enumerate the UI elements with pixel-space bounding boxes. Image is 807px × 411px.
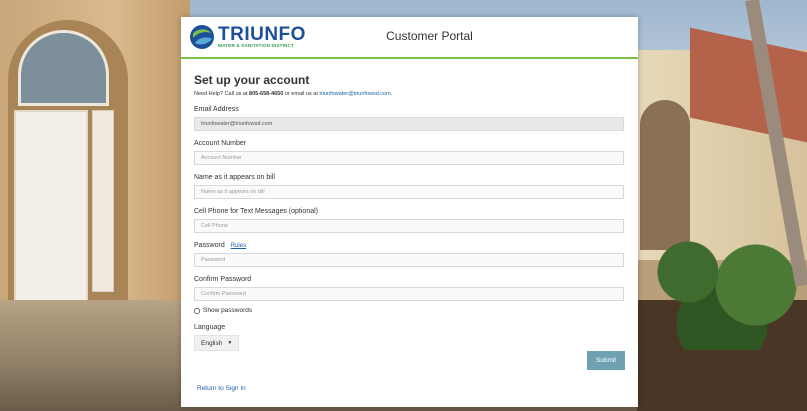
phone-field-group: Cell Phone for Text Messages (optional) bbox=[194, 208, 625, 233]
card-header: TRIUNFO WATER & SANITATION DISTRICT Cust… bbox=[181, 17, 638, 59]
help-suffix: . bbox=[390, 91, 393, 97]
page-title-text: Customer Portal bbox=[386, 29, 473, 43]
confirm-password-label: Confirm Password bbox=[194, 276, 252, 283]
password-label-row: Password Rules bbox=[194, 242, 625, 249]
water-drop-logo-icon bbox=[190, 25, 214, 49]
language-select[interactable]: English ▼ bbox=[194, 335, 240, 351]
caret-down-icon: ▼ bbox=[227, 340, 233, 346]
name-field-group: Name as it appears on bill bbox=[194, 174, 625, 199]
logo-text: TRIUNFO WATER & SANITATION DISTRICT bbox=[218, 25, 306, 49]
form-heading: Set up your account bbox=[194, 73, 310, 87]
help-phone: 805-658-4650 bbox=[249, 91, 284, 97]
language-label: Language bbox=[194, 324, 226, 331]
show-passwords-label: Show passwords bbox=[203, 307, 253, 314]
password-rules-link[interactable]: Rules bbox=[231, 243, 246, 249]
garden-bushes bbox=[637, 220, 807, 350]
name-on-bill-input[interactable] bbox=[194, 185, 624, 199]
help-email-link[interactable]: triunfowater@triunfowsd.com bbox=[319, 91, 390, 97]
show-passwords-toggle[interactable]: Show passwords bbox=[194, 307, 625, 314]
account-field-group: Account Number bbox=[194, 140, 625, 165]
show-passwords-checkbox[interactable] bbox=[194, 307, 200, 314]
portal-card: TRIUNFO WATER & SANITATION DISTRICT Cust… bbox=[181, 17, 638, 407]
email-label: Email Address bbox=[194, 106, 239, 113]
confirm-password-input[interactable] bbox=[194, 287, 624, 301]
signup-form: Set up your account Need Help? Call us a… bbox=[181, 59, 638, 351]
phone-label: Cell Phone for Text Messages (optional) bbox=[194, 208, 318, 215]
password-field-group: Password Rules bbox=[194, 242, 625, 267]
district-logo[interactable]: TRIUNFO WATER & SANITATION DISTRICT bbox=[189, 24, 306, 50]
help-middle: or email us at bbox=[284, 91, 318, 97]
password-label: Password bbox=[194, 242, 225, 249]
front-door bbox=[14, 110, 88, 304]
help-text: Need Help? Call us at 805-658-4650 or em… bbox=[194, 91, 625, 97]
password-input[interactable] bbox=[194, 253, 624, 267]
account-number-input[interactable] bbox=[194, 151, 624, 165]
language-selected: English bbox=[201, 339, 223, 347]
logo-name: TRIUNFO bbox=[218, 24, 306, 46]
name-label: Name as it appears on bill bbox=[194, 174, 275, 181]
confirm-password-field-group: Confirm Password bbox=[194, 276, 625, 301]
email-field-group: Email Address bbox=[194, 106, 625, 131]
submit-button[interactable]: Submit bbox=[587, 351, 625, 370]
door-sidelight bbox=[92, 110, 114, 292]
logo-subtitle: WATER & SANITATION DISTRICT bbox=[218, 43, 294, 49]
email-field[interactable] bbox=[194, 117, 624, 131]
account-label: Account Number bbox=[194, 140, 247, 147]
return-to-sign-in-link[interactable]: Return to Sign In bbox=[197, 385, 246, 392]
cell-phone-input[interactable] bbox=[194, 219, 624, 233]
help-prefix: Need Help? Call us at bbox=[194, 91, 248, 97]
